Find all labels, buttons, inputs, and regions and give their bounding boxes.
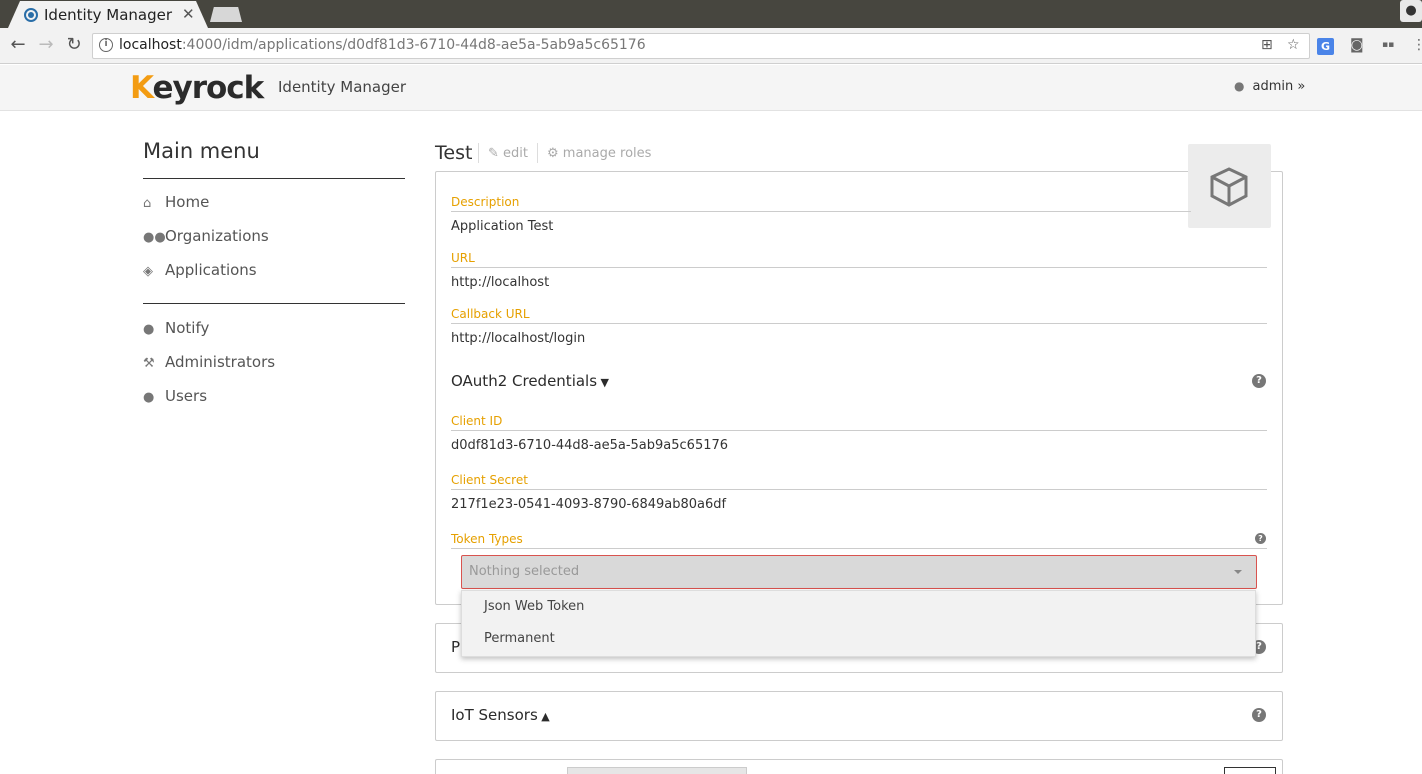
logo-k: K: [130, 70, 154, 106]
manage-roles-label: manage roles: [562, 146, 652, 161]
sidebar-divider: [143, 303, 405, 304]
wrench-icon: ⚒: [143, 356, 155, 371]
url-value: http://localhost: [451, 275, 550, 290]
profile-icon[interactable]: ●: [1400, 0, 1422, 22]
sidebar-item-label: Organizations: [165, 227, 269, 245]
address-url[interactable]: localhost:4000/idm/applications/d0df81d3…: [119, 37, 646, 53]
sidebar-item-label: Notify: [165, 319, 210, 337]
sidebar-title: Main menu: [143, 139, 260, 163]
user-icon: ●: [143, 390, 155, 405]
back-icon[interactable]: ←: [7, 34, 29, 55]
comment-icon: ●: [143, 322, 155, 337]
help-icon[interactable]: ?: [1255, 533, 1266, 544]
iot-sensors-panel: [435, 691, 1283, 741]
client-id-value: d0df81d3-6710-44d8-ae5a-5ab9a5c65176: [451, 438, 729, 453]
help-icon[interactable]: ?: [1252, 708, 1266, 722]
logo-text: eyrock: [152, 70, 264, 106]
token-types-placeholder: Nothing selected: [469, 564, 580, 579]
page-title: Test: [435, 142, 473, 164]
sidebar-item-notify[interactable]: ● Notify: [143, 319, 209, 337]
home-icon: ⌂: [143, 196, 152, 211]
sidebar-item-organizations[interactable]: ●●Organizations: [143, 227, 269, 245]
extension-icon[interactable]: ▪▪: [1382, 40, 1394, 50]
sidebar-item-label: Users: [165, 387, 208, 405]
cogs-icon: ⚙: [547, 146, 563, 161]
token-types-select[interactable]: Nothing selected: [461, 555, 1257, 589]
cube-icon: ◈: [143, 264, 153, 279]
edit-label: edit: [503, 146, 528, 161]
browser-toolbar: ← → ↻ i localhost:4000/idm/applications/…: [0, 28, 1422, 64]
sidebar-divider: [143, 178, 405, 179]
manage-roles-button[interactable]: ⚙ manage roles: [547, 146, 651, 161]
browser-tabstrip: Identity Manager ✕ ●: [0, 0, 1422, 28]
url-path: :4000/idm/applications/d0df81d3-6710-44d…: [181, 37, 646, 53]
url-host: localhost: [119, 37, 182, 53]
token-types-dropdown: Json Web Token Permanent: [461, 590, 1256, 657]
description-label: Description: [451, 195, 1191, 212]
cube-icon: [1210, 167, 1248, 207]
google-translate-icon[interactable]: G: [1317, 38, 1334, 55]
edit-icon: ✎: [488, 146, 504, 161]
chevron-down-icon: ▼: [597, 376, 609, 389]
sidebar-item-label: Applications: [165, 261, 257, 279]
translate-page-icon[interactable]: ⊞: [1261, 37, 1273, 53]
collapsed-section-title[interactable]: P: [451, 638, 460, 656]
favicon-icon: [24, 8, 38, 22]
token-option-json-web-token[interactable]: Json Web Token: [484, 599, 584, 614]
new-tab-button[interactable]: [210, 7, 242, 22]
client-id-label: Client ID: [451, 414, 1267, 431]
callback-url-value: http://localhost/login: [451, 331, 586, 346]
button-edge[interactable]: [1224, 767, 1276, 774]
chevron-up-icon: ▲: [537, 710, 550, 723]
address-bar[interactable]: i localhost:4000/idm/applications/d0df81…: [92, 33, 1310, 59]
tab-close-icon[interactable]: ✕: [182, 5, 195, 23]
sidebar-item-administrators[interactable]: ⚒ Administrators: [143, 353, 275, 371]
sidebar-item-label: Administrators: [165, 353, 276, 371]
sidebar-item-users[interactable]: ● Users: [143, 387, 207, 405]
reload-icon[interactable]: ↻: [63, 34, 85, 55]
callback-url-label: Callback URL: [451, 307, 1267, 324]
bookmark-star-icon[interactable]: ☆: [1287, 37, 1300, 53]
token-types-label: Token Types: [451, 532, 1267, 549]
client-secret-value: 217f1e23-0541-4093-8790-6849ab80a6df: [451, 497, 727, 512]
tab-title: Identity Manager: [44, 6, 173, 24]
help-icon[interactable]: ?: [1252, 374, 1266, 388]
sidebar-item-home[interactable]: ⌂ Home: [143, 193, 209, 211]
double-chevron-down-icon: »: [1293, 79, 1306, 94]
iot-sensors-title: IoT Sensors: [451, 706, 538, 724]
sidebar-item-applications[interactable]: ◈ Applications: [143, 261, 257, 279]
user-menu[interactable]: ● admin »: [1234, 79, 1305, 94]
users-icon: ●●: [143, 230, 166, 245]
user-icon: ●: [1234, 79, 1245, 93]
token-option-permanent[interactable]: Permanent: [484, 631, 555, 646]
sidebar-item-label: Home: [165, 193, 210, 211]
oauth-credentials-title: OAuth2 Credentials: [451, 372, 598, 390]
oauth-credentials-toggle[interactable]: OAuth2 Credentials ▼: [451, 372, 609, 390]
tab-control[interactable]: [567, 767, 747, 774]
app-header: Keyrock Identity Manager ● admin »: [0, 65, 1422, 111]
title-divider: [478, 143, 479, 163]
camera-icon[interactable]: ◙: [1350, 37, 1364, 53]
title-divider: [537, 143, 538, 163]
menu-icon[interactable]: ⋮: [1412, 37, 1422, 53]
user-name: admin: [1252, 79, 1294, 94]
client-secret-label: Client Secret: [451, 473, 1267, 490]
iot-sensors-toggle[interactable]: IoT Sensors ▲: [451, 706, 550, 724]
next-section-panel: [435, 759, 1283, 774]
application-image: [1188, 144, 1271, 228]
caret-down-icon: [1234, 570, 1242, 574]
info-icon[interactable]: i: [99, 38, 113, 52]
edit-button[interactable]: ✎ edit: [488, 146, 528, 161]
app-subtitle: Identity Manager: [278, 78, 407, 96]
keyrock-logo[interactable]: Keyrock: [130, 70, 264, 106]
browser-tab[interactable]: Identity Manager ✕: [8, 1, 208, 28]
description-value: Application Test: [451, 219, 554, 234]
url-label: URL: [451, 251, 1267, 268]
forward-icon[interactable]: →: [35, 34, 57, 55]
